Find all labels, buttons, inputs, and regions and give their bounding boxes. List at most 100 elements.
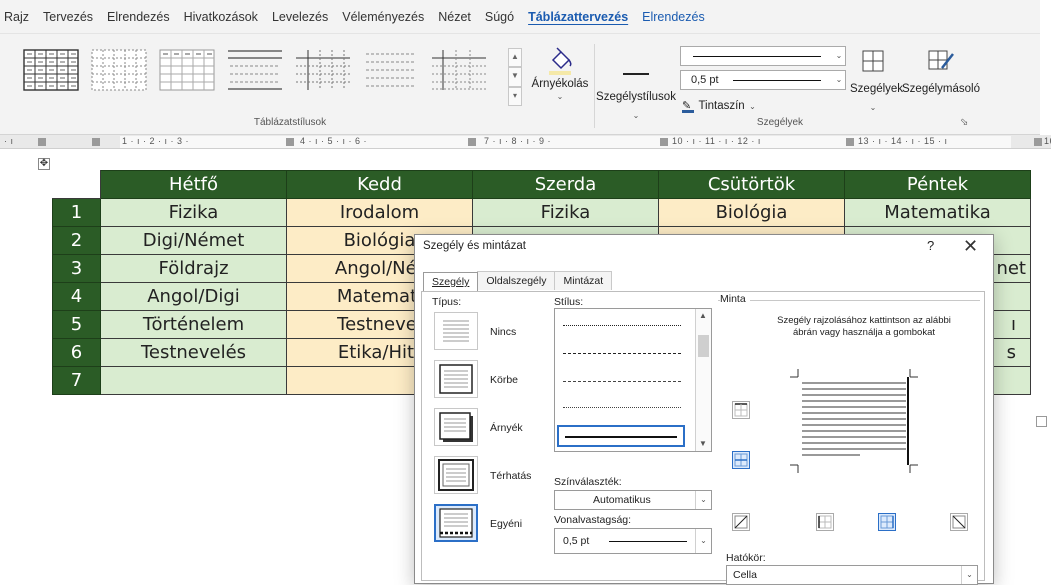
tab-rajz[interactable]: Rajz [0,0,36,34]
style-option-solid-selected[interactable] [557,425,685,447]
type-custom-label[interactable]: Egyéni [490,518,522,530]
tab-nezet[interactable]: Nézet [431,0,478,34]
table-cell[interactable]: Testnevelés [100,338,287,367]
border-diagonal-up-button[interactable] [732,513,750,531]
border-painter-button[interactable]: Szegélymásoló [900,48,982,97]
type-3d-label[interactable]: Térhatás [490,470,531,482]
table-cell[interactable]: Fizika [100,198,287,227]
ruler-column-marker[interactable] [92,138,100,146]
style-list-scrollbar[interactable]: ▲ ▼ [695,309,711,451]
style-option-dash-dot-dot[interactable] [563,407,681,408]
scroll-thumb[interactable] [698,335,709,357]
table-style-grid-light[interactable] [158,48,216,92]
table-cell[interactable]: Történelem [100,310,287,339]
line-weight-combo[interactable]: 0,5 pt ⌄ [680,70,846,90]
table-cell[interactable]: Földrajz [100,254,287,283]
table-style-plain-dashed[interactable] [362,48,420,92]
border-top-button[interactable] [732,401,750,419]
ruler-column-marker[interactable] [286,138,294,146]
help-icon[interactable]: ? [927,238,934,253]
table-style-dotted[interactable] [90,48,148,92]
borders-button[interactable]: Szegélyek ⌄ [850,48,903,115]
row-number-cell[interactable]: 2 [52,226,101,255]
table-resize-handle[interactable] [1036,416,1047,427]
type-none-icon[interactable] [434,312,478,350]
gallery-up-icon[interactable]: ▲ [508,48,522,68]
gallery-scroll[interactable]: ▲ ▼ ▾ [508,48,522,106]
tab-page-border[interactable]: Oldalszegély [477,271,556,290]
row-number-cell[interactable]: 3 [52,254,101,283]
table-cell[interactable]: Matematika [844,198,1031,227]
table-style-columns[interactable] [294,48,352,92]
tab-elrendezes[interactable]: Elrendezés [100,0,177,34]
table-style-rows[interactable] [226,48,284,92]
tab-levelezes[interactable]: Levelezés [265,0,335,34]
row-number-cell[interactable]: 7 [52,366,101,395]
tab-velemenyezes[interactable]: Véleményezés [335,0,431,34]
dialog-launcher-icon[interactable]: ⬂ [960,117,968,128]
close-icon[interactable]: ✕ [963,236,978,257]
style-option-dash-dot[interactable] [563,381,681,382]
table-cell[interactable]: Digi/Német [100,226,287,255]
tab-table-design[interactable]: Táblázattervezés [521,0,635,34]
line-style-sample [693,56,821,57]
header-cell[interactable]: Csütörtök [658,170,845,199]
ruler-indent-marker[interactable] [38,138,46,146]
type-shadow-icon[interactable] [434,408,478,446]
type-box-icon[interactable] [434,360,478,398]
tab-table-layout[interactable]: Elrendezés [635,0,712,34]
type-3d-icon[interactable] [434,456,478,494]
scroll-up-icon[interactable]: ▲ [699,311,707,320]
width-dropdown[interactable]: 0,5 pt ⌄ [554,528,712,554]
tab-borders[interactable]: Szegély [423,272,479,291]
style-option-dotted[interactable] [563,325,681,326]
pen-color-button[interactable]: ✎ Tintaszín ⌄ [682,96,756,114]
gallery-more-icon[interactable]: ▾ [508,86,522,106]
ruler-column-marker[interactable] [660,138,668,146]
border-styles-button[interactable]: Szegélystílusok ⌄ [596,52,676,123]
row-number-cell[interactable]: 5 [52,310,101,339]
table-move-handle-icon[interactable]: ✥ [38,158,50,170]
color-dropdown[interactable]: Automatikus ⌄ [554,490,712,510]
style-option-dashed[interactable] [563,353,681,354]
color-label: Színválaszték: [554,476,622,488]
type-custom-icon[interactable] [434,504,478,542]
tab-hivatkozasok[interactable]: Hivatkozások [177,0,265,34]
border-inside-h-button[interactable] [732,451,750,469]
row-number-cell[interactable]: 6 [52,338,101,367]
header-cell[interactable]: Kedd [286,170,473,199]
tab-sugo[interactable]: Súgó [478,0,521,34]
tab-shading[interactable]: Mintázat [554,271,613,290]
table-cell[interactable]: Angol/Digi [100,282,287,311]
scope-dropdown[interactable]: Cella ⌄ [726,565,978,585]
row-number-cell[interactable]: 4 [52,282,101,311]
scroll-down-icon[interactable]: ▼ [699,439,707,448]
tab-tervezes[interactable]: Tervezés [36,0,100,34]
table-cell[interactable] [100,366,287,395]
line-style-combo[interactable]: ⌄ [680,46,846,66]
header-cell[interactable]: Péntek [844,170,1031,199]
gallery-down-icon[interactable]: ▼ [508,67,522,87]
header-cell[interactable]: Szerda [472,170,659,199]
table-style-bold-first-col[interactable] [430,48,488,92]
border-style-list[interactable]: ▲ ▼ [554,308,712,452]
border-diagonal-down-button[interactable] [950,513,968,531]
ruler-column-marker[interactable] [846,138,854,146]
table-cell[interactable]: Biológia [658,198,845,227]
row-number-cell[interactable]: 1 [52,198,101,227]
preview-diagram[interactable] [790,369,918,473]
border-left-button[interactable] [816,513,834,531]
type-shadow-label[interactable]: Árnyék [490,422,523,434]
ruler-column-marker[interactable] [1034,138,1042,146]
type-box-label[interactable]: Körbe [490,374,518,386]
shading-button[interactable]: Árnyékolás ⌄ [528,46,592,102]
type-none-label[interactable]: Nincs [490,326,516,338]
table-corner-cell[interactable] [52,170,101,199]
header-cell[interactable]: Hétfő [100,170,287,199]
ruler-column-marker[interactable] [468,138,476,146]
table-cell[interactable]: Fizika [472,198,659,227]
border-right-button[interactable] [878,513,896,531]
table-style-grid-dark[interactable] [22,48,80,92]
chevron-down-icon: ⌄ [835,75,843,84]
table-cell[interactable]: Irodalom [286,198,473,227]
